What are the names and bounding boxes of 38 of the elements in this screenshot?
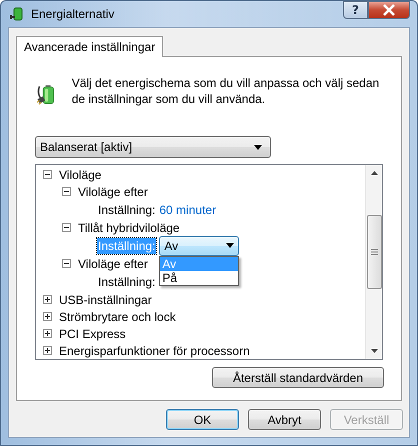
close-button[interactable]: [368, 1, 410, 19]
expander-icon[interactable]: [43, 346, 52, 355]
tree-item[interactable]: Energisparfunktioner för processorn: [59, 344, 250, 358]
setting-label[interactable]: Inställning:: [97, 202, 156, 218]
tree-item[interactable]: USB-inställningar: [59, 292, 152, 306]
battery-plug-icon: [9, 6, 25, 22]
tree-item[interactable]: Viloläge efter: [78, 184, 148, 198]
window-title: Energialternativ: [31, 7, 116, 21]
setting-dropdown[interactable]: Av: [159, 236, 240, 256]
instruction-text: Välj det energischema som du vill anpassa och välj sedan de inställningar som du vill använda.: [72, 75, 380, 107]
scroll-down-icon[interactable]: [370, 349, 378, 353]
expander-icon[interactable]: [43, 170, 52, 179]
tree-item[interactable]: Strömbrytare och lock: [59, 310, 176, 324]
caret-icon: [226, 243, 234, 248]
tree-item[interactable]: Viloläge efter: [78, 256, 148, 270]
close-icon: [382, 4, 396, 16]
scrollbar[interactable]: [365, 165, 382, 359]
expander-icon[interactable]: [62, 223, 71, 232]
expander-icon[interactable]: [43, 295, 52, 304]
expander-icon[interactable]: [43, 329, 52, 338]
setting-value-link[interactable]: 60 minuter: [159, 202, 216, 216]
tree-item[interactable]: Tillåt hybridviloläge: [78, 220, 180, 234]
scroll-up-icon[interactable]: [370, 171, 378, 175]
dialog-button[interactable]: OK: [166, 409, 239, 430]
expander-icon[interactable]: [62, 259, 71, 268]
tab[interactable]: Avancerade inställningar: [16, 36, 164, 57]
tree-item[interactable]: Viloläge: [59, 168, 102, 182]
caret-icon: [254, 144, 262, 150]
setting-label[interactable]: Inställning:: [97, 274, 156, 290]
dialog-button[interactable]: Avbryt: [248, 409, 321, 430]
dropdown-option[interactable]: På: [160, 270, 238, 284]
expander-icon[interactable]: [43, 312, 52, 321]
restore-defaults-button[interactable]: Återställ standardvärden: [212, 367, 384, 388]
plan-dropdown[interactable]: Balanserat [aktiv]: [35, 136, 271, 158]
help-button[interactable]: ?: [343, 1, 368, 19]
expander-icon[interactable]: [62, 187, 71, 196]
tree-item[interactable]: PCI Express: [59, 326, 126, 340]
scrollbar-thumb[interactable]: [366, 215, 382, 289]
